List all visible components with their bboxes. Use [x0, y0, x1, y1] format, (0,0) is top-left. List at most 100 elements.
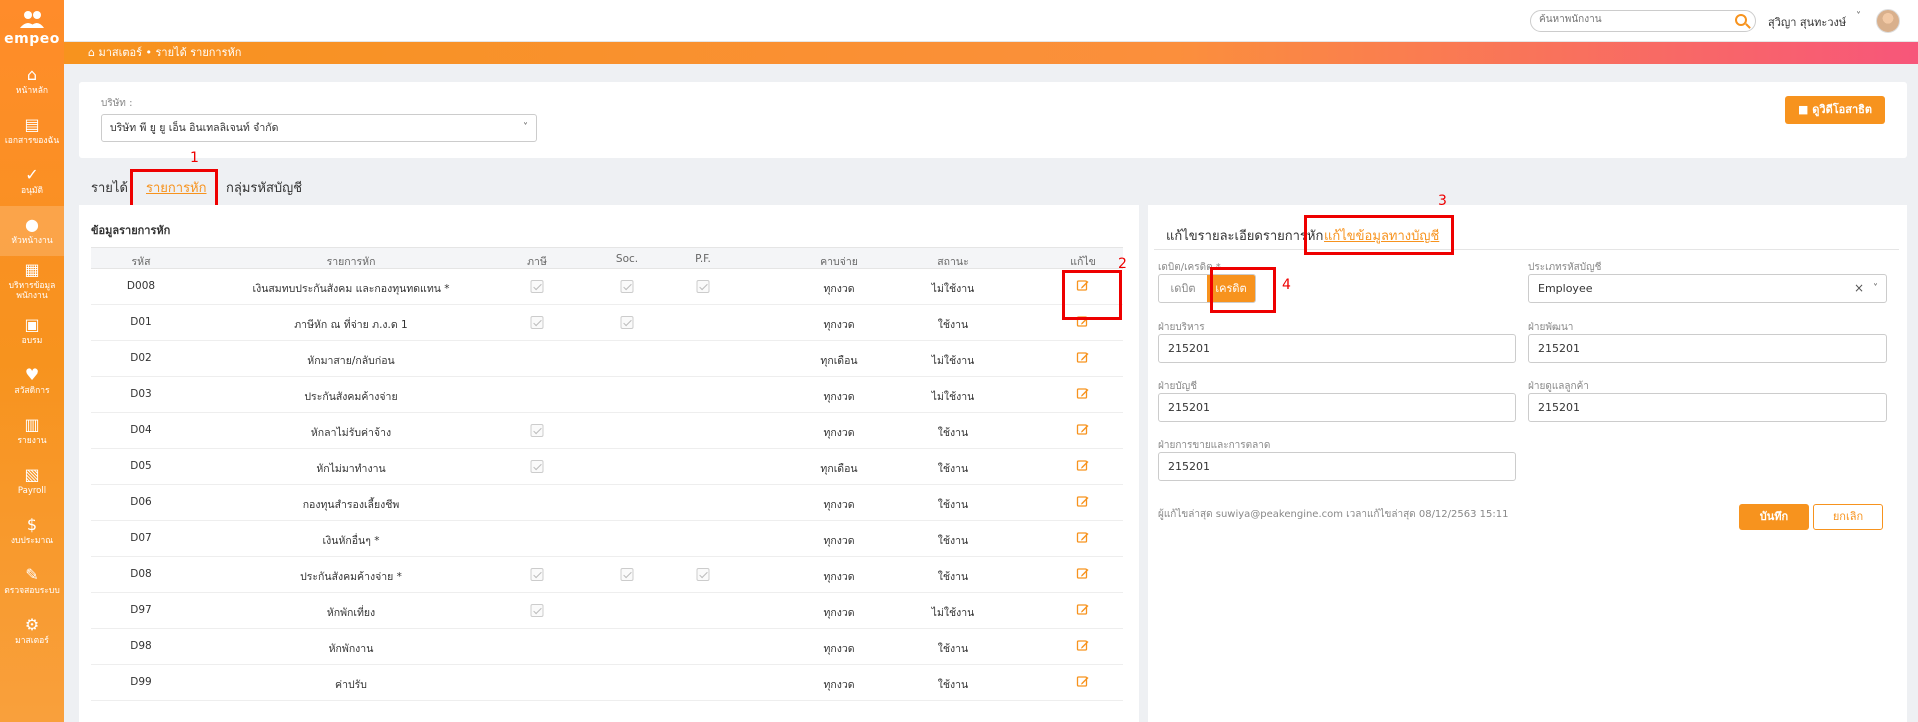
column-header[interactable]: รายการหัก [327, 253, 376, 270]
sidebar-item[interactable]: ▥ รายงาน [0, 406, 64, 456]
sidebar-item[interactable]: ⌂ หน้าหลัก [0, 56, 64, 106]
edit-icon[interactable] [1076, 459, 1090, 472]
column-header[interactable]: ภาษี [527, 253, 547, 270]
edit-icon[interactable] [1076, 351, 1090, 364]
avatar[interactable] [1876, 9, 1900, 33]
demo-video-button[interactable]: ■ ดูวิดีโอสาธิต [1785, 96, 1885, 124]
soc-checkbox [620, 280, 634, 293]
sidebar-item[interactable]: ● หัวหน้างาน [0, 206, 64, 256]
sidebar-item[interactable]: ♥ สวัสดิการ [0, 356, 64, 406]
clear-icon[interactable]: × [1854, 275, 1864, 302]
deduction-name: ภาษีหัก ณ ที่จ่าย ภ.ง.ด 1 [294, 319, 408, 331]
account-input-customer-care[interactable]: 215201 [1528, 393, 1887, 422]
table-row[interactable]: D07 เงินหักอื่นๆ * ทุกงวด ใช้งาน [91, 521, 1123, 557]
sidebar-item-label: หน้าหลัก [15, 86, 49, 96]
sidebar-item-label: สวัสดิการ [14, 386, 50, 396]
home-icon: ⌂ [26, 65, 38, 84]
tab-account-groups[interactable]: กลุ่มรหัสบัญชี [226, 177, 302, 198]
tax-checkbox [530, 424, 544, 437]
table-row[interactable]: D04 หักลาไม่รับค่าจ้าง ทุกงวด ใช้งาน [91, 413, 1123, 449]
column-header[interactable]: คาบจ่าย [820, 253, 858, 270]
table-row[interactable]: D08 ประกันสังคมค้างจ่าย * ทุกงวด ใช้งาน [91, 557, 1123, 593]
sidebar-item-label: มาสเตอร์ [15, 636, 49, 646]
training-icon: ▣ [24, 315, 40, 334]
table-header: รหัส รายการหัก ภาษี Soc. P.F. คาบจ่าย สถานะ แก้… [91, 247, 1123, 269]
table-row[interactable]: D98 หักพักงาน ทุกงวด ใช้งาน [91, 629, 1123, 665]
sidebar-item[interactable]: ▦ บริหารข้อมูล พนักงาน [0, 256, 64, 306]
edit-icon[interactable] [1076, 567, 1090, 580]
payment-period: ทุกงวด [823, 607, 855, 619]
column-header[interactable]: สถานะ [937, 253, 968, 270]
search-icon[interactable] [1735, 14, 1747, 26]
sidebar-item[interactable]: ⚙ มาสเตอร์ [0, 606, 64, 656]
tab-income[interactable]: รายได้ [91, 177, 128, 198]
edit-icon[interactable] [1076, 639, 1090, 652]
edit-icon[interactable] [1076, 423, 1090, 436]
edit-icon[interactable] [1076, 603, 1090, 616]
deduction-name: ประกันสังคมค้างจ่าย * [300, 571, 402, 583]
sidebar-item[interactable]: ✓ อนุมัติ [0, 156, 64, 206]
status-text: ใช้งาน [937, 571, 969, 583]
table-row[interactable]: D99 ค่าปรับ ทุกงวด ใช้งาน [91, 665, 1123, 701]
employee-search[interactable] [1530, 10, 1756, 32]
soc-checkbox [620, 568, 634, 581]
column-header[interactable]: Soc. [616, 253, 638, 265]
account-type-label: ประเภทรหัสบัญชี [1528, 262, 1602, 273]
table-row[interactable]: D05 หักไม่มาทำงาน ทุกเดือน ใช้งาน [91, 449, 1123, 485]
account-input-development[interactable]: 215201 [1528, 334, 1887, 363]
deduction-code: D02 [130, 352, 152, 364]
deduction-list-panel: ข้อมูลรายการหัก รหัส รายการหัก ภาษี Soc. P.F… [79, 205, 1139, 722]
sidebar-item[interactable]: ▤ เอกสารของฉัน [0, 106, 64, 156]
search-input[interactable] [1539, 14, 1719, 25]
debit-option[interactable]: เดบิต [1159, 275, 1207, 302]
deduction-name: เงินสมทบประกันสังคม และกองทุนทดแทน * [252, 283, 450, 295]
account-input-accounting[interactable]: 215201 [1158, 393, 1516, 422]
edit-icon[interactable] [1076, 675, 1090, 688]
cancel-button[interactable]: ยกเลิก [1813, 504, 1883, 530]
table-row[interactable]: D008 เงินสมทบประกันสังคม และกองทุนทดแทน *… [91, 269, 1123, 305]
edit-icon[interactable] [1076, 531, 1090, 544]
deduction-code: D08 [130, 568, 152, 580]
payment-period: ทุกงวด [823, 571, 855, 583]
table-row[interactable]: D02 หักมาสาย/กลับก่อน ทุกเดือน ไม่ใช้งาน [91, 341, 1123, 377]
column-header[interactable]: แก้ไข [1070, 253, 1096, 270]
breadcrumb-text: มาสเตอร์ • รายได้ รายการหัก [98, 46, 242, 59]
chevron-down-icon[interactable]: ˅ [1856, 11, 1861, 22]
edit-icon[interactable] [1076, 495, 1090, 508]
chevron-down-icon[interactable]: ˅ [1873, 275, 1878, 302]
home-icon[interactable]: ⌂ [88, 46, 95, 59]
account-input-admin[interactable]: 215201 [1158, 334, 1516, 363]
sidebar-item-label: อนุมัติ [20, 186, 44, 196]
column-header[interactable]: P.F. [695, 253, 711, 265]
tax-checkbox [530, 604, 544, 617]
supervisor-icon: ● [25, 215, 39, 234]
sidebar-item[interactable]: ▧ Payroll [0, 456, 64, 506]
account-type-select[interactable]: Employee × ˅ [1528, 274, 1887, 303]
payment-period: ทุกงวด [823, 427, 855, 439]
deduction-name: เงินหักอื่นๆ * [322, 535, 380, 547]
deduction-code: D99 [130, 676, 152, 688]
sidebar-item[interactable]: ▣ อบรม [0, 306, 64, 356]
sidebar-item[interactable]: ✎ ตรวจสอบระบบ [0, 556, 64, 606]
edit-icon[interactable] [1076, 387, 1090, 400]
save-button[interactable]: บันทึก [1739, 504, 1809, 530]
table-row[interactable]: D06 กองทุนสำรองเลี้ยงชีพ ทุกงวด ใช้งาน [91, 485, 1123, 521]
table-row[interactable]: D01 ภาษีหัก ณ ที่จ่าย ภ.ง.ด 1 ทุกงวด ใช้งาน [91, 305, 1123, 341]
company-select[interactable]: บริษัท พี ยู ยู เอ็น อินเทลลิเจนท์ จำกัด… [101, 114, 537, 142]
empeo-logo[interactable]: empeo [0, 0, 64, 56]
video-camera-icon: ■ [1798, 103, 1809, 116]
payment-period: ทุกงวด [823, 643, 855, 655]
table-row[interactable]: D97 หักพักเที่ยง ทุกงวด ไม่ใช้งาน [91, 593, 1123, 629]
breadcrumb: ⌂ มาสเตอร์ • รายได้ รายการหัก [64, 42, 1918, 64]
column-header[interactable]: รหัส [132, 253, 151, 270]
account-input-sales-marketing[interactable]: 215201 [1158, 452, 1516, 481]
sidebar-item-label: อบรม [21, 336, 43, 346]
approve-icon: ✓ [25, 165, 39, 184]
table-row[interactable]: D03 ประกันสังคมค้างจ่าย ทุกงวด ไม่ใช้งาน [91, 377, 1123, 413]
welfare-icon: ♥ [24, 365, 40, 384]
tab-edit-details[interactable]: แก้ไขรายละเอียดรายการหัก [1166, 225, 1323, 246]
user-name[interactable]: สุวิญา สุนทะวงษ์ [1768, 13, 1846, 31]
deduction-code: D98 [130, 640, 152, 652]
sidebar-item[interactable]: $ งบประมาณ [0, 506, 64, 556]
annotation-box-1 [130, 169, 218, 209]
